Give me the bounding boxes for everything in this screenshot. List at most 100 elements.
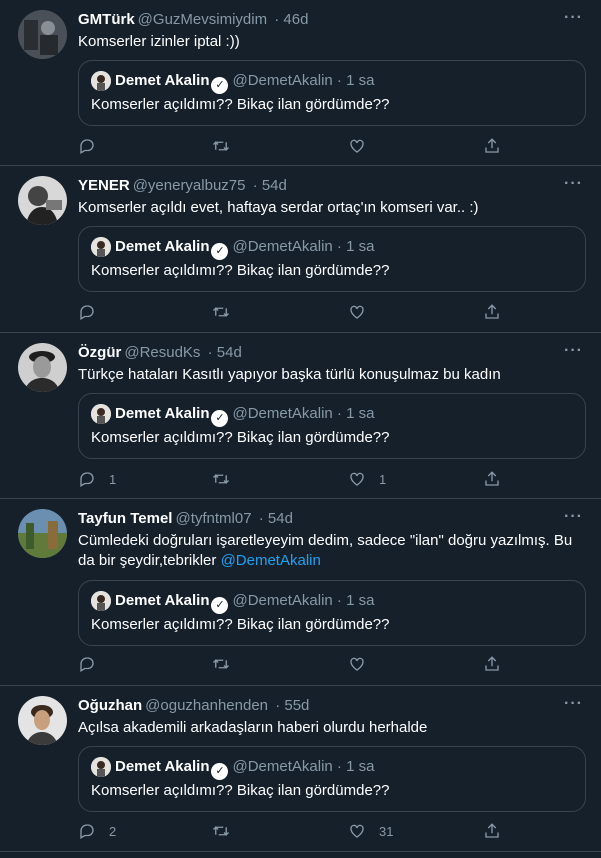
quoted-text: Komserler açıldımı?? Bikaç ilan gördümde… xyxy=(91,96,390,113)
author-name[interactable]: GMTürk xyxy=(78,11,135,28)
share-icon xyxy=(485,823,499,838)
author-handle[interactable]: @GuzMevsimiydim xyxy=(138,11,267,28)
quoted-avatar xyxy=(91,404,111,424)
more-horizontal-icon[interactable]: ··· xyxy=(564,10,583,26)
like-button[interactable]: 31 xyxy=(348,821,393,841)
quoted-avatar xyxy=(91,757,111,777)
tweet-text: Türkçe hataları Kasıtlı yapıyor başka tü… xyxy=(78,366,501,383)
avatar[interactable] xyxy=(18,343,67,392)
author-handle[interactable]: @oguzhanhenden xyxy=(145,697,268,714)
like-button[interactable] xyxy=(348,136,379,156)
more-horizontal-icon[interactable]: ··· xyxy=(564,696,583,712)
retweet-button[interactable] xyxy=(212,821,230,841)
avatar[interactable] xyxy=(18,10,67,59)
quoted-header: Demet Akalin ✓ @DemetAkalin · 1 sa xyxy=(115,237,374,260)
reply-icon xyxy=(80,139,94,154)
quoted-text: Komserler açıldımı?? Bikaç ilan gördümde… xyxy=(91,782,390,799)
quoted-time: · 1 sa xyxy=(336,72,375,89)
heart-icon xyxy=(350,824,364,838)
heart-icon xyxy=(350,472,364,486)
reply-icon xyxy=(80,305,94,320)
quoted-author-handle: @DemetAkalin xyxy=(232,592,333,609)
quoted-header: Demet Akalin ✓ @DemetAkalin · 1 sa xyxy=(115,404,374,427)
tweet-header: GMTürk @GuzMevsimiydim · 46d xyxy=(78,10,561,30)
tweet-header: Oğuzhan @oguzhanhenden · 55d xyxy=(78,696,561,716)
author-handle[interactable]: @ResudKs xyxy=(124,344,200,361)
share-button[interactable] xyxy=(483,136,501,156)
quoted-author-handle: @DemetAkalin xyxy=(232,72,333,89)
reply-count: 2 xyxy=(109,823,117,839)
avatar[interactable] xyxy=(18,176,67,225)
retweet-icon xyxy=(213,474,229,484)
retweet-icon xyxy=(213,307,229,317)
more-horizontal-icon[interactable]: ··· xyxy=(564,509,583,525)
tweet-actions: 2 31 xyxy=(78,821,508,841)
share-button[interactable] xyxy=(483,821,501,841)
retweet-button[interactable] xyxy=(212,302,230,322)
tweet-time[interactable]: · 54d xyxy=(208,344,242,361)
author-handle[interactable]: @yeneryalbuz75 xyxy=(133,177,246,194)
tweet-text: Açılsa akademili arkadaşların haberi olu… xyxy=(78,719,428,736)
share-button[interactable] xyxy=(483,654,501,674)
more-horizontal-icon[interactable]: ··· xyxy=(564,343,583,359)
retweet-button[interactable] xyxy=(212,654,230,674)
quoted-author-name: Demet Akalin xyxy=(115,592,210,609)
share-button[interactable] xyxy=(483,302,501,322)
share-button[interactable] xyxy=(483,469,501,489)
tweet-actions xyxy=(78,654,508,674)
quoted-text: Komserler açıldımı?? Bikaç ilan gördümde… xyxy=(91,262,390,279)
mention-link[interactable]: @DemetAkalin xyxy=(221,552,321,569)
retweet-button[interactable] xyxy=(212,136,230,156)
retweet-icon xyxy=(213,659,229,669)
reply-button[interactable] xyxy=(78,136,109,156)
author-name[interactable]: Tayfun Temel xyxy=(78,510,172,527)
reply-button[interactable]: 1 xyxy=(78,469,116,489)
quoted-tweet[interactable]: Demet Akalin ✓ @DemetAkalin · 1 sa Komserl… xyxy=(78,393,586,459)
tweet-time[interactable]: · 54d xyxy=(253,177,287,194)
tweet-time[interactable]: · 54d xyxy=(259,510,293,527)
reply-count: 1 xyxy=(109,471,117,487)
quoted-tweet[interactable]: Demet Akalin ✓ @DemetAkalin · 1 sa Komserl… xyxy=(78,60,586,126)
reply-button[interactable]: 2 xyxy=(78,821,116,841)
like-button[interactable]: 1 xyxy=(348,469,386,489)
avatar[interactable] xyxy=(18,509,67,558)
like-button[interactable] xyxy=(348,302,379,322)
author-name[interactable]: Oğuzhan xyxy=(78,697,142,714)
reply-button[interactable] xyxy=(78,302,109,322)
retweet-button[interactable] xyxy=(212,469,230,489)
author-handle[interactable]: @tyfntml07 xyxy=(175,510,251,527)
tweet[interactable]: Oğuzhan @oguzhanhenden · 55d ··· Açılsa a… xyxy=(0,686,601,852)
quoted-header: Demet Akalin ✓ @DemetAkalin · 1 sa xyxy=(115,71,375,94)
share-icon xyxy=(485,656,499,671)
verified-badge-icon: ✓ xyxy=(211,763,229,780)
share-icon xyxy=(485,304,499,319)
quoted-header: Demet Akalin ✓ @DemetAkalin · 1 sa xyxy=(115,757,374,780)
quoted-tweet[interactable]: Demet Akalin ✓ @DemetAkalin · 1 sa Komserl… xyxy=(78,226,586,292)
tweet[interactable]: Özgür @ResudKs · 54d ··· Türkçe hataları … xyxy=(0,333,601,499)
verified-badge-icon: ✓ xyxy=(211,597,229,614)
quoted-author-handle: @DemetAkalin xyxy=(232,758,333,775)
tweet-actions: 1 1 xyxy=(78,469,508,489)
tweet-time[interactable]: · 55d xyxy=(275,697,309,714)
tweet[interactable]: Tayfun Temel @tyfntml07 · 54d ··· Cümlede… xyxy=(0,499,601,686)
author-name[interactable]: Özgür xyxy=(78,344,121,361)
reply-button[interactable] xyxy=(78,654,109,674)
tweet[interactable]: YENER @yeneryalbuz75 · 54d ··· Komserler … xyxy=(0,166,601,333)
more-horizontal-icon[interactable]: ··· xyxy=(564,176,583,192)
avatar[interactable] xyxy=(18,696,67,745)
quoted-tweet[interactable]: Demet Akalin ✓ @DemetAkalin · 1 sa Komserl… xyxy=(78,580,586,646)
quoted-author-name: Demet Akalin xyxy=(115,758,210,775)
tweet-text: Komserler açıldı evet, haftaya serdar or… xyxy=(78,199,479,216)
quoted-header: Demet Akalin ✓ @DemetAkalin · 1 sa xyxy=(115,591,374,614)
quoted-text: Komserler açıldımı?? Bikaç ilan gördümde… xyxy=(91,616,390,633)
tweet-header: Tayfun Temel @tyfntml07 · 54d xyxy=(78,509,561,529)
tweet[interactable]: GMTürk @GuzMevsimiydim · 46d ··· Komserle… xyxy=(0,0,601,166)
quoted-avatar xyxy=(91,71,111,91)
tweet-header: YENER @yeneryalbuz75 · 54d xyxy=(78,176,561,196)
tweet-time[interactable]: · 46d xyxy=(274,11,308,28)
heart-icon xyxy=(350,305,364,319)
quoted-author-name: Demet Akalin xyxy=(115,238,210,255)
like-button[interactable] xyxy=(348,654,379,674)
quoted-tweet[interactable]: Demet Akalin ✓ @DemetAkalin · 1 sa Komserl… xyxy=(78,746,586,812)
author-name[interactable]: YENER xyxy=(78,177,130,194)
